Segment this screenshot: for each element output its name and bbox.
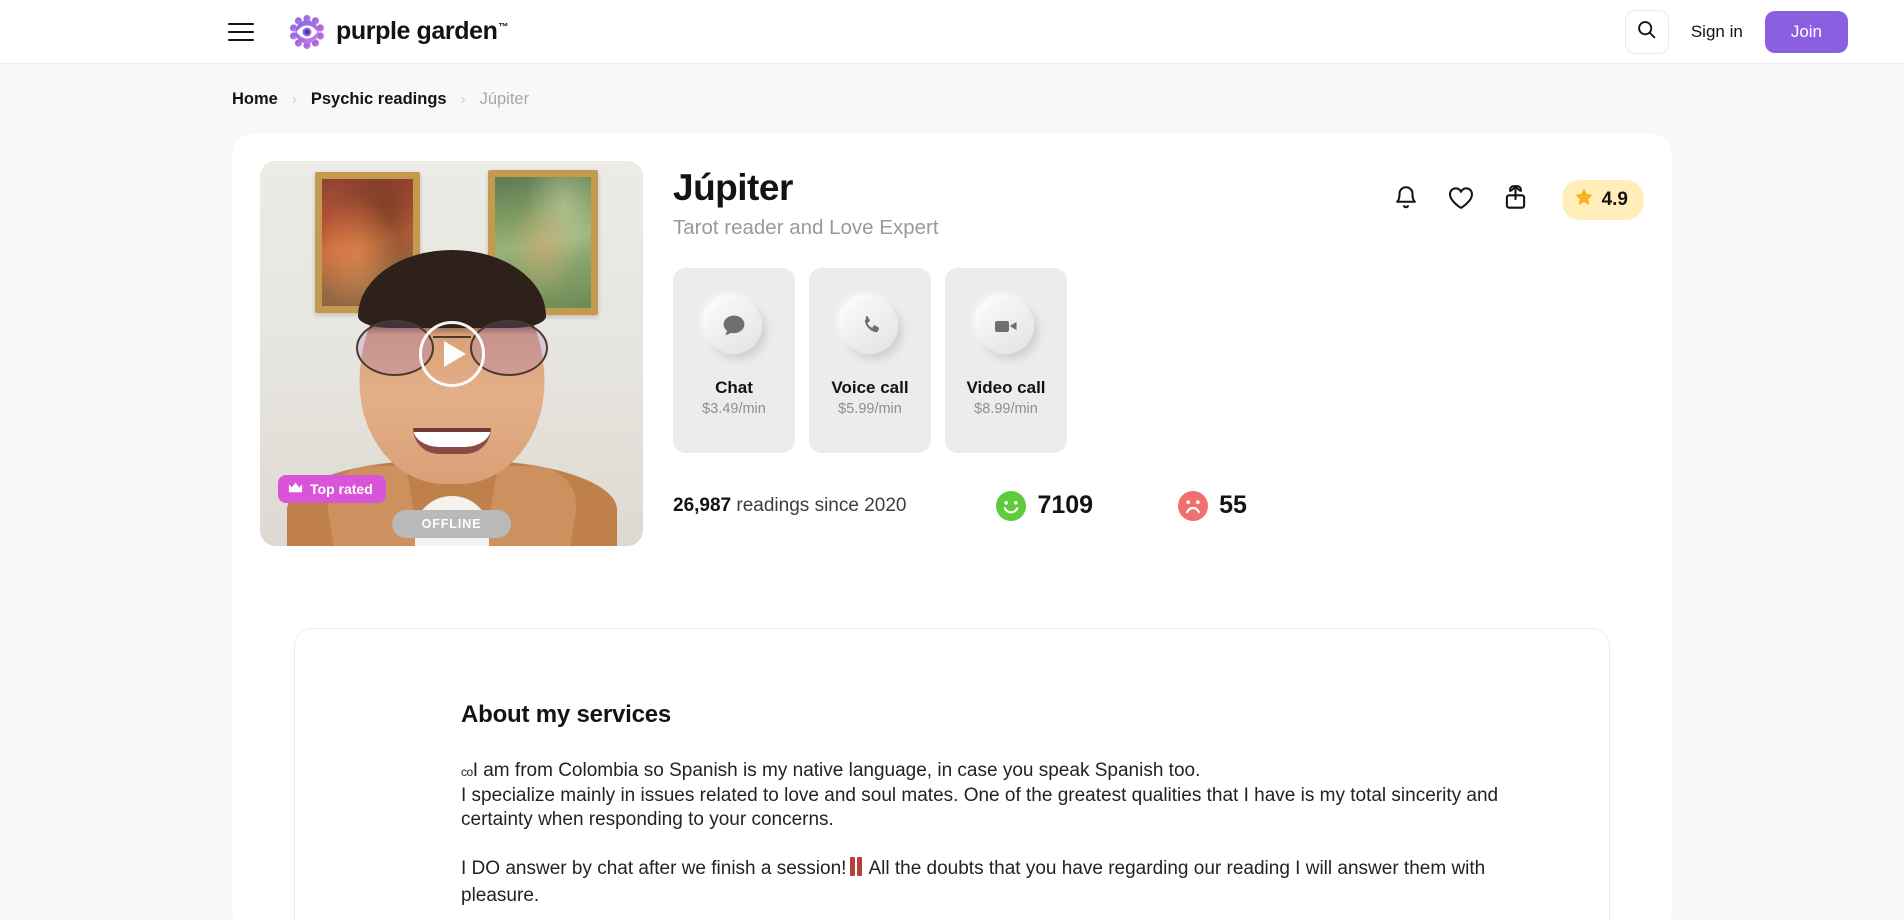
breadcrumb-item-home[interactable]: Home [232, 90, 278, 109]
readings-label: readings since 2020 [731, 494, 907, 516]
crown-icon [288, 481, 303, 497]
play-icon [443, 340, 466, 367]
brand-name: purple garden™ [336, 17, 509, 45]
hamburger-bar [228, 38, 254, 41]
breadcrumb-item-psychic-readings[interactable]: Psychic readings [311, 90, 447, 109]
profile-name-block: Júpiter Tarot reader and Love Expert [673, 167, 939, 240]
service-card-chat[interactable]: Chat $3.49/min [673, 267, 795, 453]
service-price: $3.49/min [702, 400, 766, 417]
hamburger-menu-icon[interactable] [228, 22, 254, 41]
colombia-flag-emoji: co [461, 765, 473, 779]
about-paragraph-1: coI am from Colombia so Spanish is my na… [461, 759, 1539, 833]
smiley-face-icon [996, 490, 1027, 521]
profile-card: Top rated OFFLINE Júpiter Tarot reader a… [232, 133, 1672, 920]
status-badge: OFFLINE [391, 510, 512, 538]
about-body: coI am from Colombia so Spanish is my na… [461, 759, 1539, 908]
search-icon [1636, 19, 1657, 45]
search-button[interactable] [1624, 9, 1669, 54]
brand-logo-link[interactable]: purple garden™ [290, 14, 509, 49]
sign-in-link[interactable]: Sign in [1687, 16, 1747, 48]
video-camera-icon [978, 297, 1034, 354]
service-card-video-call[interactable]: Video call $8.99/min [945, 267, 1067, 453]
heart-icon [1447, 185, 1475, 216]
play-video-button[interactable] [418, 320, 485, 387]
phone-icon [842, 297, 898, 354]
frowny-face-icon [1178, 490, 1209, 521]
positive-feedback: 7109 [996, 490, 1094, 521]
about-p1-line1: I am from Colombia so Spanish is my nati… [472, 760, 1201, 781]
readings-count: 26,987 [673, 494, 732, 516]
profile-name-row: Júpiter Tarot reader and Love Expert 4.9 [673, 167, 1644, 240]
star-icon [1574, 187, 1594, 213]
profile-info-column: Júpiter Tarot reader and Love Expert 4.9… [673, 161, 1644, 546]
top-rated-badge[interactable]: Top rated [278, 475, 386, 503]
service-options: Chat $3.49/min Voice call $5.99/min Vide… [673, 267, 1644, 453]
share-icon [1503, 184, 1528, 217]
about-heading: About my services [461, 701, 672, 728]
top-navigation-bar: purple garden™ Sign in Join [0, 0, 1904, 64]
about-paragraph-2: I DO answer by chat after we finish a se… [461, 857, 1539, 908]
notify-bell-button[interactable] [1393, 184, 1419, 217]
rating-badge[interactable]: 4.9 [1561, 180, 1644, 220]
about-p2-part1: I DO answer by chat after we finish a se… [461, 858, 847, 880]
hamburger-bar [228, 30, 254, 33]
chevron-right-icon: › [460, 91, 466, 108]
service-label: Voice call [831, 377, 909, 397]
positive-feedback-count: 7109 [1037, 491, 1094, 520]
header-actions: Sign in Join [1624, 9, 1848, 54]
service-price: $8.99/min [974, 400, 1038, 417]
share-button[interactable] [1503, 184, 1528, 217]
readings-count-text: 26,987 readings since 2020 [673, 495, 906, 517]
service-label: Chat [715, 377, 753, 397]
bell-icon [1393, 184, 1419, 217]
chevron-right-icon: › [291, 91, 297, 108]
double-bar-emoji [850, 857, 864, 884]
page-title: Júpiter [673, 167, 793, 208]
rating-value: 4.9 [1601, 189, 1628, 210]
profile-video-thumbnail[interactable]: Top rated OFFLINE [260, 161, 643, 546]
eye-flower-logo-icon [290, 14, 324, 49]
profile-header-section: Top rated OFFLINE Júpiter Tarot reader a… [260, 161, 1644, 546]
profile-stats-row: 26,987 readings since 2020 7109 55 [673, 490, 1644, 521]
chat-bubble-icon [706, 297, 762, 354]
about-section-card: About my services coI am from Colombia s… [294, 628, 1610, 920]
top-rated-label: Top rated [310, 481, 373, 497]
service-card-voice-call[interactable]: Voice call $5.99/min [809, 267, 931, 453]
trademark-symbol: ™ [498, 21, 509, 33]
hamburger-bar [228, 22, 254, 25]
negative-feedback-count: 55 [1219, 491, 1247, 520]
service-label: Video call [966, 377, 1046, 397]
service-price: $5.99/min [838, 400, 902, 417]
profile-subtitle: Tarot reader and Love Expert [673, 215, 939, 239]
join-button[interactable]: Join [1764, 10, 1848, 53]
breadcrumb-item-current: Júpiter [479, 90, 530, 108]
profile-action-icons: 4.9 [1393, 167, 1644, 220]
favorite-heart-button[interactable] [1447, 185, 1475, 216]
about-p1-line2: I specialize mainly in issues related to… [461, 784, 1499, 831]
negative-feedback: 55 [1178, 490, 1247, 521]
breadcrumb: Home › Psychic readings › Júpiter [0, 64, 1904, 109]
